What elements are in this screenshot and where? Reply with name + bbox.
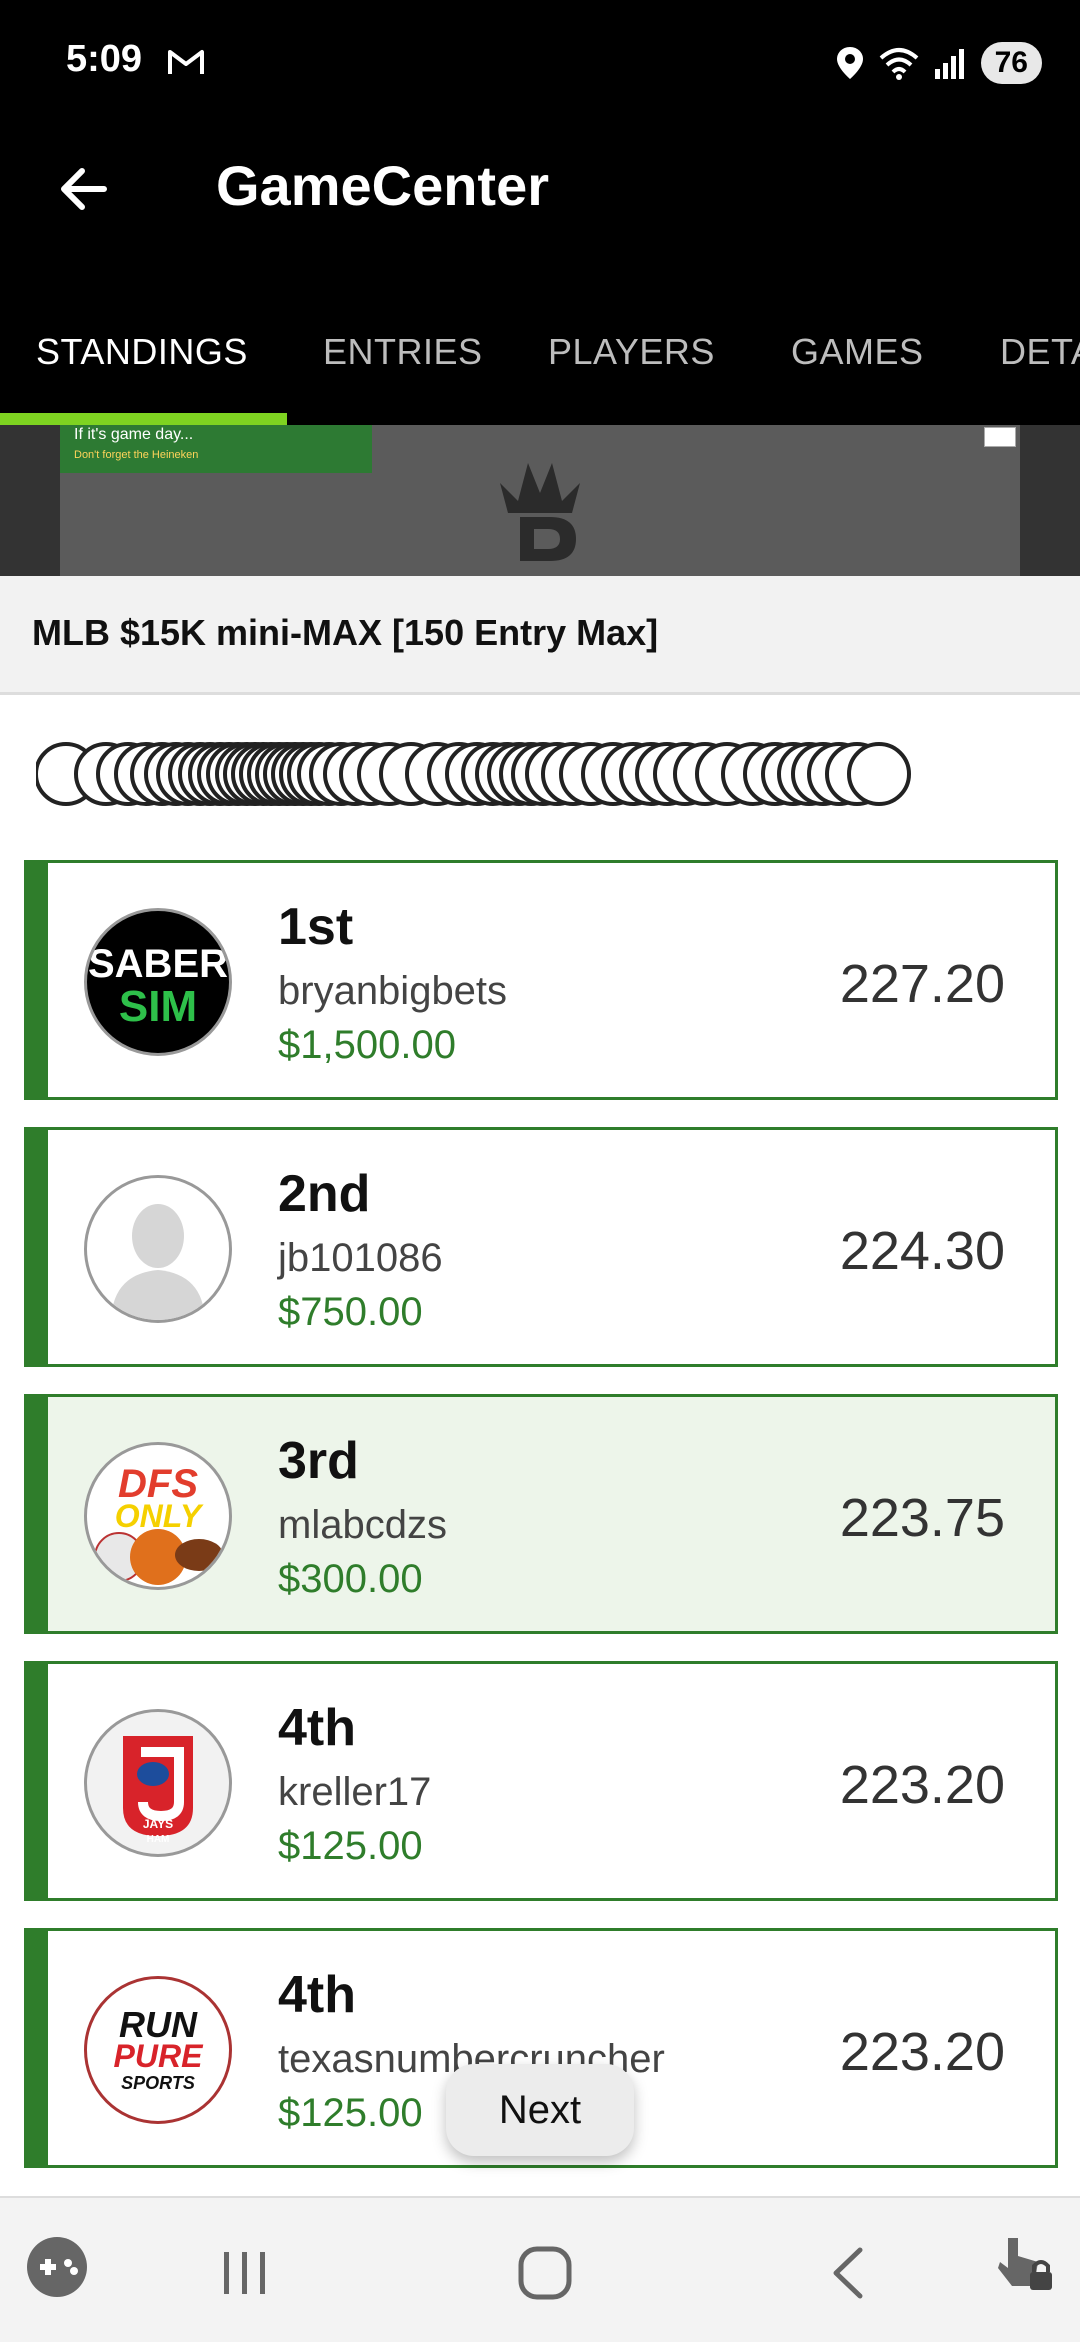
prize-amount: $1,500.00 — [278, 1023, 456, 1067]
username: jb101086 — [278, 1236, 443, 1280]
rank-label: 3rd — [278, 1432, 359, 1490]
draftkings-crown-icon — [500, 463, 580, 561]
location-icon — [836, 47, 863, 79]
avatar-text: ONLY — [115, 1498, 204, 1534]
back-nav-icon[interactable] — [814, 2238, 884, 2308]
battery-indicator: 76 — [980, 42, 1042, 84]
tab-bar: STANDINGS ENTRIES PLAYERS GAMES DETA — [0, 305, 1080, 425]
rank-label: 2nd — [278, 1165, 371, 1223]
gmail-icon — [168, 50, 204, 74]
next-button[interactable]: Next — [446, 2064, 634, 2156]
ad-subtext: Don't forget the Heineken — [74, 449, 199, 461]
avatar-text: PURE — [114, 2038, 205, 2074]
avatar-text: SIM — [119, 982, 197, 1031]
prize-amount: $125.00 — [278, 1824, 423, 1868]
status-bar: 5:09 76 — [0, 0, 1080, 125]
default-user-avatar — [84, 1175, 232, 1323]
signal-icon — [934, 49, 964, 79]
status-time: 5:09 — [66, 38, 143, 80]
avatar-text: HAM — [147, 1834, 170, 1845]
tab-standings[interactable]: STANDINGS — [36, 331, 248, 373]
entry-avatar[interactable] — [847, 742, 911, 806]
standing-row[interactable]: JAYS HAM 4th kreller17 $125.00 223.20 — [24, 1661, 1058, 1901]
rank-label: 1st — [278, 898, 354, 956]
status-icons: 76 — [835, 38, 1042, 88]
standing-row[interactable]: SABER SIM 1st bryanbigbets $1,500.00 227… — [24, 860, 1058, 1100]
standing-row[interactable]: DFS ONLY 3rd mlabcdzs $300.00 223.75 — [24, 1394, 1058, 1634]
score: 223.20 — [839, 2022, 1005, 2082]
page-title: GameCenter — [216, 154, 550, 217]
prize-amount: $750.00 — [278, 1290, 423, 1334]
score: 223.20 — [839, 1755, 1005, 1815]
jays-ham-avatar: JAYS HAM — [84, 1709, 232, 1857]
contest-name: MLB $15K mini-MAX [150 Entry Max] — [32, 612, 659, 653]
prize-amount: $300.00 — [278, 1557, 423, 1601]
ad-strip[interactable]: If it's game day... Don't forget the Hei… — [60, 425, 372, 473]
avatar-text: SABER — [88, 942, 228, 986]
ad-area: If it's game day... Don't forget the Hei… — [0, 425, 1080, 576]
tab-details[interactable]: DETA — [1000, 331, 1080, 373]
tab-entries[interactable]: ENTRIES — [323, 331, 483, 373]
username: bryanbigbets — [278, 969, 508, 1013]
app-bar: GameCenter — [0, 125, 1080, 305]
tab-games[interactable]: GAMES — [791, 331, 924, 373]
run-pure-sports-avatar: RUN PURE SPORTS — [84, 1976, 232, 2124]
game-controller-icon[interactable] — [22, 2232, 92, 2302]
touch-lock-icon[interactable] — [990, 2228, 1060, 2298]
avatar-text: SPORTS — [121, 2073, 195, 2093]
entry-avatars-strip[interactable] — [36, 738, 1066, 818]
score: 227.20 — [839, 954, 1005, 1014]
active-tab-indicator — [0, 413, 287, 425]
prize-amount: $125.00 — [278, 2091, 423, 2135]
sabersim-avatar: SABER SIM — [84, 908, 232, 1056]
recent-apps-icon[interactable] — [210, 2238, 280, 2308]
tab-players[interactable]: PLAYERS — [548, 331, 715, 373]
username: mlabcdzs — [278, 1503, 447, 1547]
system-nav-bar — [0, 2196, 1080, 2342]
back-arrow-icon[interactable] — [52, 157, 116, 221]
avatar-text: JAYS — [143, 1817, 173, 1831]
ad-banner[interactable]: If it's game day... Don't forget the Hei… — [60, 425, 1020, 576]
dfs-only-avatar: DFS ONLY — [84, 1442, 232, 1590]
score: 223.75 — [839, 1488, 1005, 1548]
rank-label: 4th — [278, 1966, 356, 2024]
score: 224.30 — [839, 1221, 1005, 1281]
ad-text: If it's game day... — [74, 426, 194, 443]
wifi-icon — [879, 48, 918, 80]
username: kreller17 — [278, 1770, 432, 1814]
contest-header: MLB $15K mini-MAX [150 Entry Max] — [0, 576, 1080, 695]
standing-row[interactable]: 2nd jb101086 $750.00 224.30 — [24, 1127, 1058, 1367]
home-icon[interactable] — [510, 2238, 580, 2308]
adchoices-icon[interactable] — [984, 427, 1016, 447]
rank-label: 4th — [278, 1699, 356, 1757]
